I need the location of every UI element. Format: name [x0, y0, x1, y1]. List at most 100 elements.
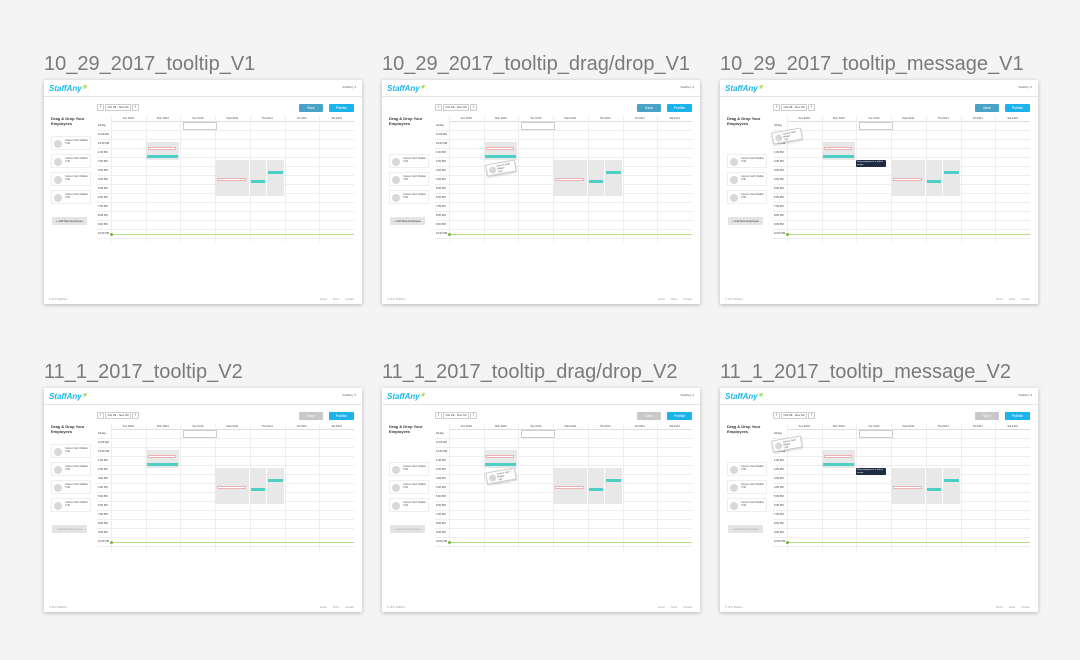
footer-link[interactable]: Terms [1009, 298, 1016, 301]
shift-block[interactable] [926, 488, 942, 491]
shift-block[interactable] [893, 178, 922, 181]
date-range-label[interactable]: Oct 29 - Nov 04 [781, 411, 807, 419]
save-button[interactable]: Save [299, 104, 323, 112]
all-day-slot[interactable] [521, 122, 555, 130]
shift-block[interactable] [925, 468, 943, 504]
save-button[interactable]: Save [637, 104, 661, 112]
footer-link[interactable]: Contact [345, 606, 354, 609]
add-employee-button[interactable]: + Add New Employee [728, 217, 763, 225]
shift-block[interactable] [555, 486, 584, 489]
shift-block[interactable] [943, 160, 960, 196]
save-button[interactable]: Save [299, 412, 323, 420]
shift-block[interactable] [606, 479, 621, 482]
next-week-button[interactable]: › [470, 411, 477, 419]
artboard-frame[interactable]: 11_1_2017_tooltip_message_V2 StaffAny☀ Sta… [720, 360, 1038, 612]
shift-block[interactable] [605, 160, 622, 196]
shift-block[interactable] [822, 155, 855, 158]
publish-button[interactable]: Publish [1005, 412, 1030, 420]
shift-block[interactable] [217, 486, 246, 489]
shift-block[interactable] [944, 479, 959, 482]
artboard-frame[interactable]: 11_1_2017_tooltip_V2 StaffAny☀ StaffAny ▾ ‹… [44, 360, 362, 612]
user-menu[interactable]: StaffAny ▾ [680, 85, 694, 89]
user-menu[interactable]: StaffAny ▾ [342, 393, 356, 397]
employee-card[interactable]: Carson Seth Walker 7/40 [727, 154, 767, 168]
employee-card[interactable]: Carson Seth Walker 7/40 [51, 444, 91, 458]
save-button[interactable]: Save [975, 104, 999, 112]
shift-block[interactable] [943, 468, 960, 504]
shift-block[interactable] [484, 463, 517, 466]
artboard-frame[interactable]: 10_29_2017_tooltip_V1 StaffAny☀ StaffAny ▾… [44, 52, 362, 304]
publish-button[interactable]: Publish [667, 104, 692, 112]
shift-block[interactable] [587, 160, 605, 196]
shift-block[interactable] [267, 160, 284, 196]
publish-button[interactable]: Publish [1005, 104, 1030, 112]
date-range-label[interactable]: Oct 29 - Nov 04 [781, 103, 807, 111]
shift-block[interactable] [250, 180, 266, 183]
shift-block[interactable] [823, 147, 853, 150]
footer-link[interactable]: About [658, 298, 665, 301]
prev-week-button[interactable]: ‹ [435, 103, 442, 111]
shift-block[interactable] [926, 180, 942, 183]
shift-block[interactable] [217, 178, 246, 181]
shift-block[interactable] [606, 171, 621, 174]
all-day-slot[interactable] [183, 430, 217, 438]
next-week-button[interactable]: › [470, 103, 477, 111]
shift-block[interactable] [893, 486, 922, 489]
prev-week-button[interactable]: ‹ [773, 411, 780, 419]
employee-card[interactable]: Carson Seth Walker 7/40 [727, 480, 767, 494]
footer-link[interactable]: About [996, 298, 1003, 301]
employee-card[interactable]: Carson Seth Walker 7/40 [51, 498, 91, 512]
footer-link[interactable]: About [996, 606, 1003, 609]
shift-block[interactable] [944, 171, 959, 174]
employee-card[interactable]: Carson Seth Walker 7/40 [389, 462, 429, 476]
add-employee-button[interactable]: + Add New Employee [52, 217, 87, 225]
shift-block[interactable] [249, 160, 267, 196]
footer-link[interactable]: About [320, 298, 327, 301]
publish-button[interactable]: Publish [329, 104, 354, 112]
footer-link[interactable]: Contact [683, 298, 692, 301]
footer-link[interactable]: Contact [345, 298, 354, 301]
prev-week-button[interactable]: ‹ [435, 411, 442, 419]
footer-link[interactable]: About [320, 606, 327, 609]
shift-block[interactable] [484, 155, 517, 158]
employee-card[interactable]: Carson Seth Walker 7/40 [51, 172, 91, 186]
employee-card[interactable]: Carson Seth Walker 7/40 [389, 190, 429, 204]
date-range-label[interactable]: Oct 29 - Nov 04 [105, 411, 131, 419]
employee-card[interactable]: Carson Seth Walker 7/40 [727, 498, 767, 512]
employee-card[interactable]: Carson Seth Walker 7/40 [51, 190, 91, 204]
employee-card[interactable]: Carson Seth Walker 7/40 [727, 190, 767, 204]
user-menu[interactable]: StaffAny ▾ [1018, 85, 1032, 89]
date-range-label[interactable]: Oct 29 - Nov 04 [443, 103, 469, 111]
shift-block[interactable] [146, 463, 179, 466]
user-menu[interactable]: StaffAny ▾ [342, 85, 356, 89]
footer-link[interactable]: Terms [1009, 606, 1016, 609]
shift-block[interactable] [605, 468, 622, 504]
add-employee-button[interactable]: + Add New Employee [390, 525, 425, 533]
employee-card[interactable]: Carson Seth Walker 7/40 [51, 154, 91, 168]
shift-block[interactable] [249, 468, 267, 504]
artboard-frame[interactable]: 11_1_2017_tooltip_drag/drop_V2 StaffAny☀ S… [382, 360, 700, 612]
prev-week-button[interactable]: ‹ [97, 103, 104, 111]
all-day-slot[interactable] [859, 430, 893, 438]
employee-card[interactable]: Carson Seth Walker 7/40 [389, 498, 429, 512]
employee-card[interactable]: Carson Seth Walker 7/40 [51, 462, 91, 476]
save-button[interactable]: Save [637, 412, 661, 420]
artboard-frame[interactable]: 10_29_2017_tooltip_message_V1 StaffAny☀ St… [720, 52, 1038, 304]
footer-link[interactable]: Terms [333, 606, 340, 609]
shift-block[interactable] [268, 479, 283, 482]
all-day-slot[interactable] [521, 430, 555, 438]
shift-block[interactable] [925, 160, 943, 196]
employee-card[interactable]: Carson Seth Walker 7/40 [389, 154, 429, 168]
shift-block[interactable] [147, 455, 177, 458]
next-week-button[interactable]: › [132, 103, 139, 111]
employee-card[interactable]: Carson Seth Walker 7/40 [51, 136, 91, 150]
shift-block[interactable] [823, 455, 853, 458]
add-employee-button[interactable]: + Add New Employee [390, 217, 425, 225]
shift-block[interactable] [268, 171, 283, 174]
footer-link[interactable]: About [658, 606, 665, 609]
save-button[interactable]: Save [975, 412, 999, 420]
employee-card[interactable]: Carson Seth Walker 7/40 [51, 480, 91, 494]
footer-link[interactable]: Contact [1021, 606, 1030, 609]
add-employee-button[interactable]: + Add New Employee [52, 525, 87, 533]
employee-card[interactable]: Carson Seth Walker 7/40 [389, 172, 429, 186]
